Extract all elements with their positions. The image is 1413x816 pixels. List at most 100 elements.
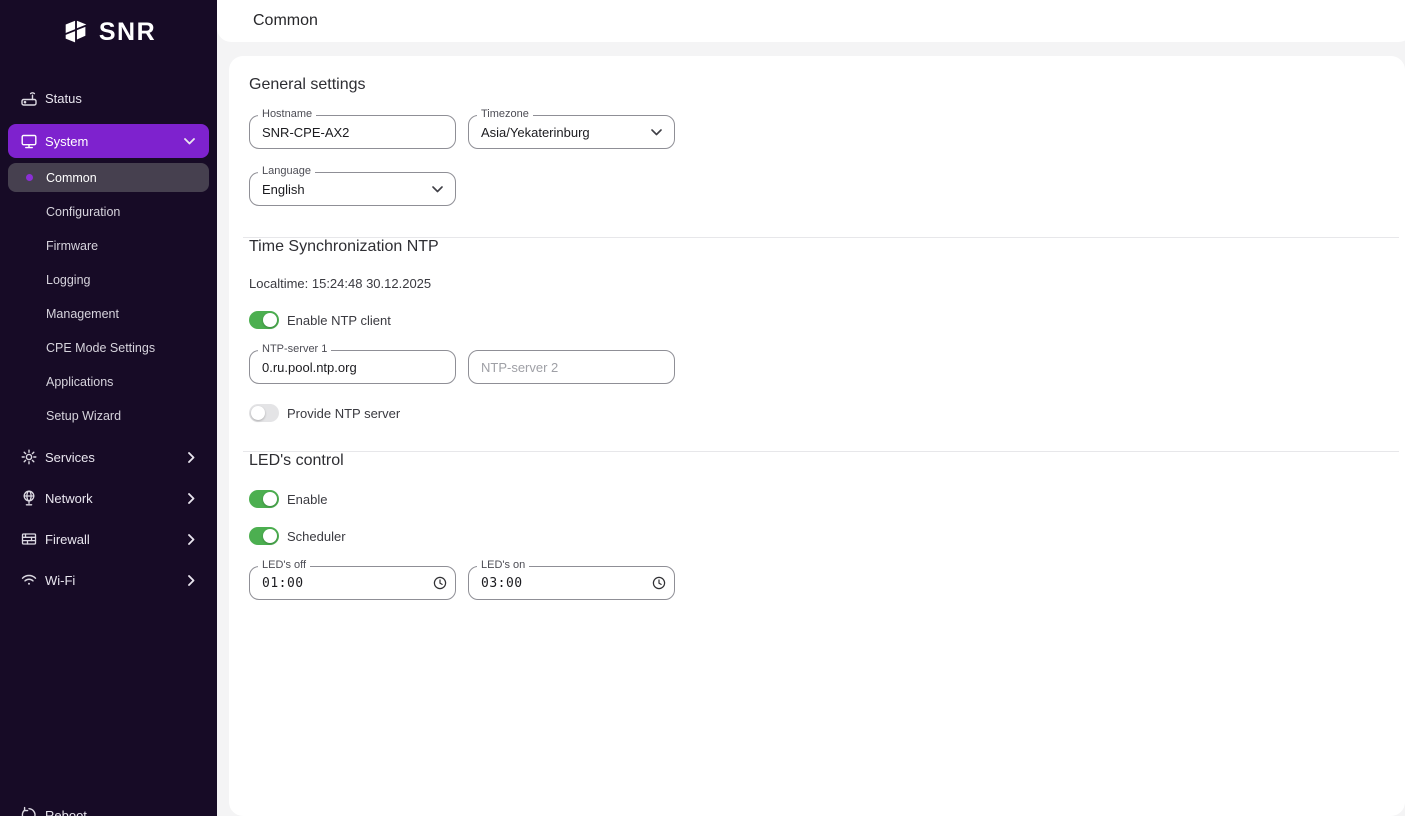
sidebar-item-label: Wi-Fi	[45, 573, 188, 588]
toggle-knob	[263, 492, 277, 506]
provide-ntp-server-row: Provide NTP server	[249, 404, 1385, 422]
wifi-icon	[20, 571, 38, 589]
chevron-down-icon	[184, 138, 195, 145]
chevron-right-icon	[188, 534, 195, 545]
leds-enable-label: Enable	[287, 492, 327, 507]
sidebar-item-label: Setup Wizard	[46, 409, 121, 423]
sidebar-item-label: System	[45, 134, 184, 149]
sidebar-item-label: Firewall	[45, 532, 188, 547]
leds-on-label: LED's on	[477, 559, 529, 572]
firewall-icon	[20, 530, 38, 548]
provide-ntp-server-label: Provide NTP server	[287, 406, 400, 421]
sidebar-item-setup-wizard[interactable]: Setup Wizard	[8, 401, 209, 430]
leds-scheduler-row: Scheduler	[249, 527, 1385, 545]
page-title: Common	[253, 12, 318, 30]
scrollbar-track[interactable]	[1405, 0, 1413, 816]
clock-icon[interactable]	[652, 576, 666, 590]
sidebar-item-services[interactable]: Services	[0, 443, 217, 471]
sidebar-item-label: Network	[45, 491, 188, 506]
chevron-right-icon	[188, 452, 195, 463]
sidebar-item-label: Firmware	[46, 239, 98, 253]
globe-icon	[20, 489, 38, 507]
general-settings-section: General settings Hostname Timezone Asia/…	[249, 76, 1385, 206]
chevron-down-icon	[432, 186, 443, 193]
sidebar-item-network[interactable]: Network	[0, 484, 217, 512]
settings-card: General settings Hostname Timezone Asia/…	[229, 56, 1405, 816]
sidebar-item-label: Applications	[46, 375, 113, 389]
leds-times-row: LED's off LED's on	[249, 566, 1385, 600]
brand-name: SNR	[99, 18, 156, 47]
sidebar-item-system[interactable]: System	[8, 124, 209, 158]
timezone-label: Timezone	[477, 108, 533, 121]
section-title-ntp: Time Synchronization NTP	[249, 238, 1385, 256]
snr-logo-icon	[61, 17, 91, 47]
app-root: SNR Status	[0, 0, 1413, 816]
main-area: Common General settings Hostname Timezon…	[217, 0, 1413, 816]
leds-enable-toggle[interactable]	[249, 490, 279, 508]
language-label: Language	[258, 165, 315, 178]
general-row-2: Language English	[249, 172, 1385, 206]
general-row-1: Hostname Timezone Asia/Yekaterinburg	[249, 115, 1385, 149]
router-icon	[20, 89, 38, 107]
language-field: Language English	[249, 172, 456, 206]
gear-icon	[20, 448, 38, 466]
enable-ntp-client-row: Enable NTP client	[249, 311, 1385, 329]
sidebar-item-cpe-mode-settings[interactable]: CPE Mode Settings	[8, 333, 209, 362]
sidebar-item-label: CPE Mode Settings	[46, 341, 155, 355]
sidebar-item-label: Status	[45, 91, 195, 106]
toggle-knob	[263, 313, 277, 327]
chevron-right-icon	[188, 493, 195, 504]
sidebar-item-applications[interactable]: Applications	[8, 367, 209, 396]
section-title-general: General settings	[249, 76, 1385, 94]
sidebar-nav: Status System	[0, 84, 217, 594]
sidebar-item-firmware[interactable]: Firmware	[8, 231, 209, 260]
sidebar: SNR Status	[0, 0, 217, 816]
leds-off-field: LED's off	[249, 566, 456, 600]
sidebar-item-firewall[interactable]: Firewall	[0, 525, 217, 553]
provide-ntp-server-toggle[interactable]	[249, 404, 279, 422]
ntp-server1-label: NTP-server 1	[258, 343, 331, 356]
sidebar-item-label: Services	[45, 450, 188, 465]
toggle-knob	[263, 529, 277, 543]
sidebar-item-management[interactable]: Management	[8, 299, 209, 328]
enable-ntp-client-label: Enable NTP client	[287, 313, 391, 328]
leds-off-label: LED's off	[258, 559, 310, 572]
ntp-section: Time Synchronization NTP Localtime: 15:2…	[249, 238, 1385, 422]
clock-icon[interactable]	[433, 576, 447, 590]
sidebar-item-label: Common	[46, 171, 97, 185]
ntp-servers-row: NTP-server 1	[249, 350, 1385, 384]
leds-scheduler-label: Scheduler	[287, 529, 346, 544]
page-header: Common	[217, 0, 1413, 42]
sidebar-item-label: Reboot	[45, 808, 195, 816]
language-value: English	[262, 182, 305, 197]
hostname-label: Hostname	[258, 108, 316, 121]
sidebar-item-common[interactable]: Common	[8, 163, 209, 192]
sidebar-item-status[interactable]: Status	[0, 84, 217, 112]
sidebar-item-label: Configuration	[46, 205, 120, 219]
enable-ntp-client-toggle[interactable]	[249, 311, 279, 329]
monitor-icon	[20, 132, 38, 150]
active-dot-icon	[26, 174, 33, 181]
chevron-right-icon	[188, 575, 195, 586]
sidebar-item-logging[interactable]: Logging	[8, 265, 209, 294]
ntp-server2-input[interactable]	[468, 350, 675, 384]
leds-enable-row: Enable	[249, 490, 1385, 508]
ntp-server2-field	[468, 350, 675, 384]
brand-logo: SNR	[0, 0, 217, 50]
leds-scheduler-toggle[interactable]	[249, 527, 279, 545]
ntp-server1-field: NTP-server 1	[249, 350, 456, 384]
timezone-value: Asia/Yekaterinburg	[481, 125, 590, 140]
section-title-leds: LED's control	[249, 452, 1385, 470]
leds-on-field: LED's on	[468, 566, 675, 600]
sidebar-item-wifi[interactable]: Wi-Fi	[0, 566, 217, 594]
reboot-icon	[20, 806, 38, 816]
timezone-field: Timezone Asia/Yekaterinburg	[468, 115, 675, 149]
sidebar-item-reboot[interactable]: Reboot	[0, 801, 217, 816]
hostname-field: Hostname	[249, 115, 456, 149]
chevron-down-icon	[651, 129, 662, 136]
toggle-knob	[251, 406, 265, 420]
leds-section: LED's control Enable Scheduler LED's off	[249, 452, 1385, 600]
sidebar-item-label: Management	[46, 307, 119, 321]
sidebar-item-label: Logging	[46, 273, 91, 287]
sidebar-item-configuration[interactable]: Configuration	[8, 197, 209, 226]
